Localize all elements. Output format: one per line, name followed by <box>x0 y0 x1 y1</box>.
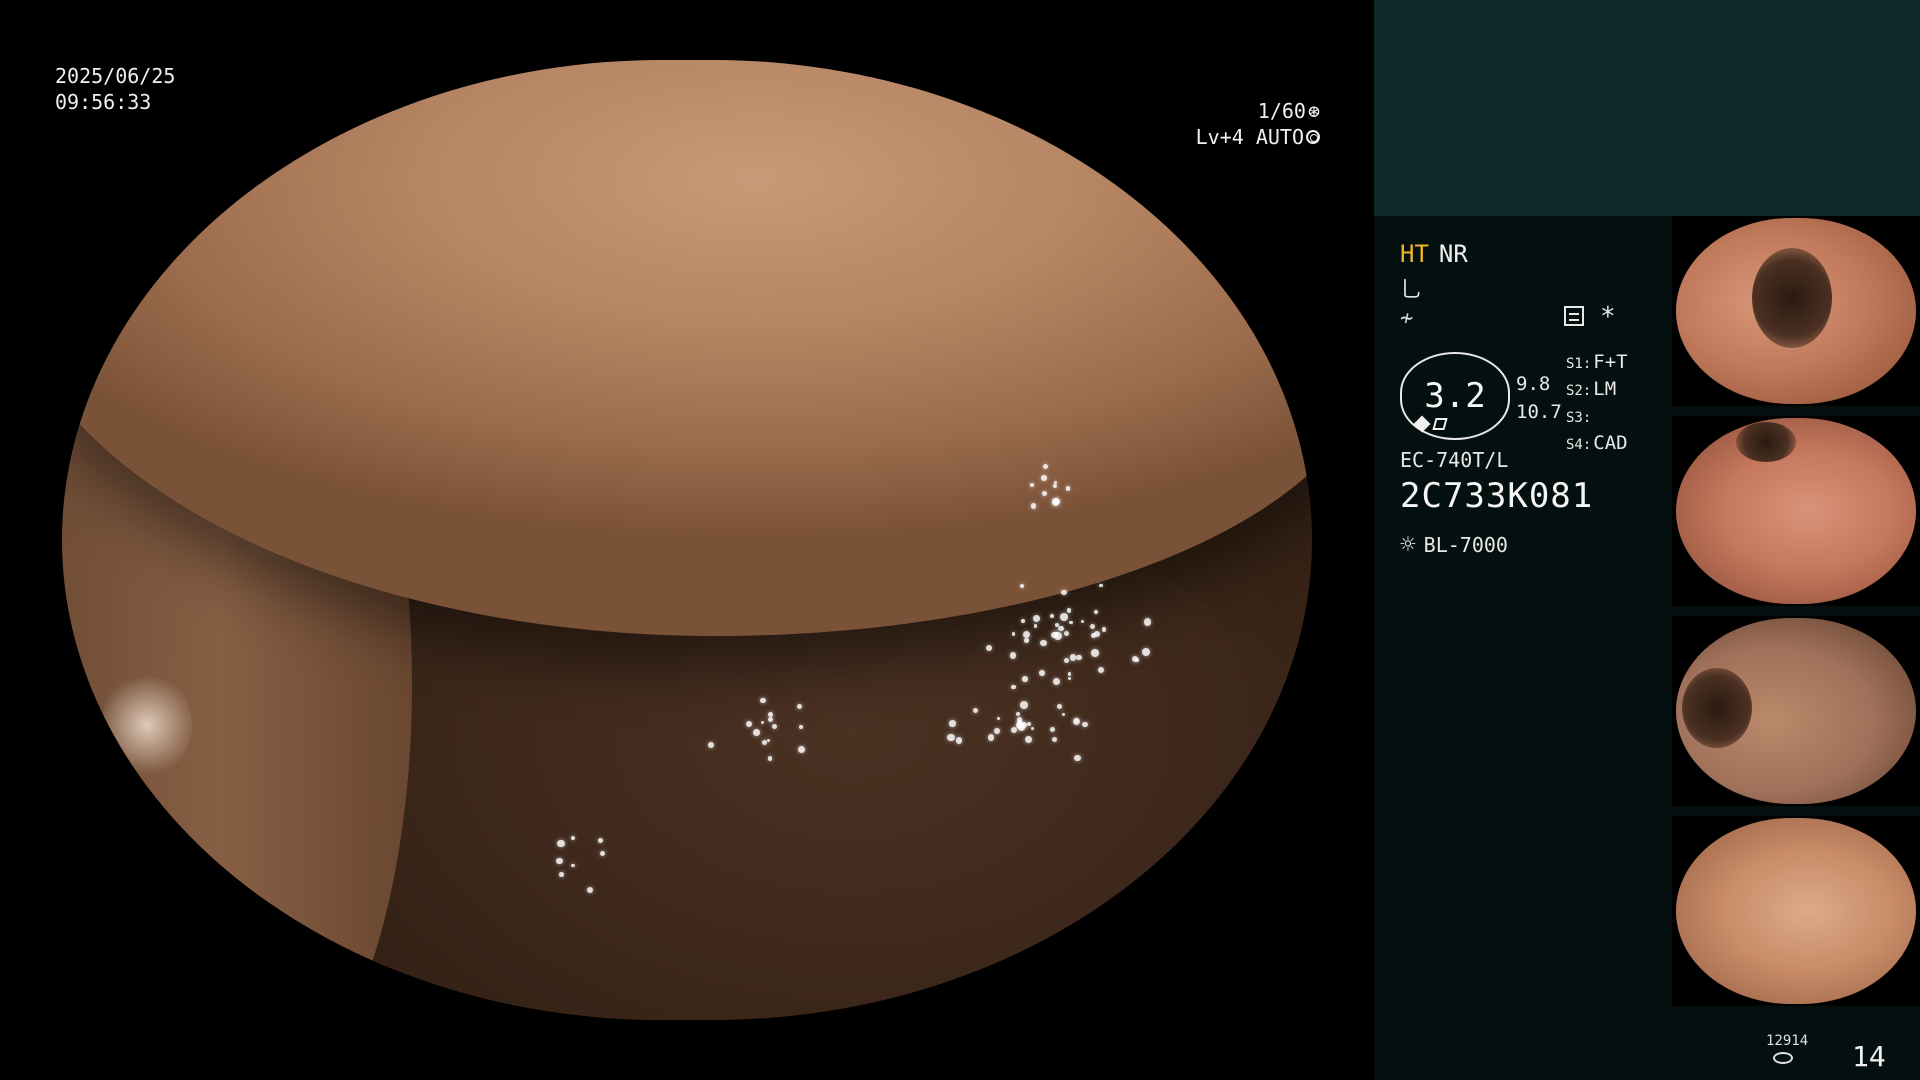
bubble-dot <box>1033 623 1038 628</box>
bubble-dot <box>767 716 773 722</box>
bubble-dot <box>1074 717 1079 722</box>
datetime-readout: 2025/06/25 09:56:33 <box>55 63 175 115</box>
bubble-dot <box>1042 491 1047 497</box>
bubble-dot <box>1051 736 1057 742</box>
specular-glare <box>102 670 192 780</box>
bubble-dot <box>1052 483 1057 488</box>
bubble-dot <box>1017 716 1023 722</box>
bubble-dot <box>1038 670 1045 676</box>
aperture-icon: ⊛ <box>1307 99 1320 123</box>
iris-ring-icon <box>1306 130 1320 144</box>
iris-text: Lv+4 AUTO <box>1195 125 1304 149</box>
enhance-level-value: 3.2 <box>1424 376 1486 416</box>
panel-header-area <box>1374 0 1920 216</box>
bubble-dot <box>1051 498 1060 506</box>
scope-model: EC-740T/L <box>1400 448 1509 472</box>
bubble-dot <box>1066 608 1072 613</box>
bubble-dot <box>949 720 956 727</box>
bubble-dot <box>1022 630 1030 638</box>
bubble-dot <box>1030 726 1034 730</box>
bubble-dot <box>1009 652 1017 659</box>
bubble-dot <box>1020 701 1028 709</box>
scope-serial: 2C733K081 <box>1400 476 1594 516</box>
capture-thumbnail[interactable] <box>1672 616 1920 806</box>
switch-item: S4: CAD <box>1566 432 1628 454</box>
endoscopy-screen: 2025/06/25 09:56:33 1/60 ⊛ Lv+4 AUTO HT … <box>0 0 1920 1080</box>
mode-block: HT NR ⺃ ≁ <box>1400 240 1468 336</box>
frame-number: 14 <box>1852 1040 1886 1073</box>
side-value-top: 9.8 <box>1516 373 1551 395</box>
info-panel: HT NR ⺃ ≁ * 3.2 9.8 10.7 S1: F+T S2: LM S3… <box>1374 0 1920 1080</box>
bubble-dot <box>797 745 805 753</box>
bubble-dot <box>766 738 770 742</box>
bubble-dot <box>1080 619 1085 623</box>
settings-panel-icon <box>1564 306 1584 326</box>
bubble-dot <box>987 734 995 741</box>
bubble-dot <box>993 727 1000 734</box>
bubble-dot <box>1016 711 1021 716</box>
bubble-dot <box>1143 618 1152 626</box>
bubble-dot <box>1011 684 1016 690</box>
bubble-dot <box>1011 632 1016 636</box>
bubble-dot <box>1024 638 1029 643</box>
bubble-dot <box>767 756 773 761</box>
endoscope-main-view <box>62 60 1312 1020</box>
asterisk-mark: * <box>1600 302 1616 332</box>
exposure-readout: 1/60 ⊛ Lv+4 AUTO <box>1196 98 1320 150</box>
enhance-side-values: 9.8 10.7 <box>1516 370 1562 426</box>
bubble-dot <box>1101 627 1107 632</box>
structure-enhance-icon: ⺃ <box>1400 278 1423 303</box>
bubble-dot <box>1057 703 1063 709</box>
side-value-bottom: 10.7 <box>1516 401 1562 423</box>
light-source-label: BL-7000 <box>1423 533 1508 557</box>
time-text: 09:56:33 <box>55 90 152 114</box>
bubble-dot <box>1010 726 1017 733</box>
bubble-dot <box>1065 485 1071 491</box>
bubble-dot <box>1076 654 1082 661</box>
bubble-dot <box>599 850 605 856</box>
image-count: 12914 <box>1766 1033 1809 1049</box>
bubble-dot <box>707 741 714 748</box>
bubble-dot <box>559 872 564 877</box>
bubble-dot <box>1091 649 1099 658</box>
bubble-dot <box>745 720 753 727</box>
storage-disk-icon <box>1773 1052 1793 1064</box>
color-enhance-icon: ≁ <box>1400 306 1414 331</box>
bubble-dot <box>1061 712 1065 716</box>
enhance-marks-icon <box>1413 415 1448 433</box>
bubble-dot <box>556 857 563 865</box>
shutter-text: 1/60 <box>1257 99 1306 123</box>
bubble-dot <box>1041 475 1047 481</box>
mode-ht-label: HT <box>1400 240 1429 268</box>
bubble-dot <box>955 737 963 744</box>
bubble-dot <box>1021 618 1026 623</box>
light-source-icon: ☼ <box>1400 530 1416 560</box>
bubble-dot <box>797 703 803 709</box>
enhance-level-box: 3.2 <box>1400 352 1510 440</box>
bubble-dot <box>1069 654 1077 661</box>
bubble-dot <box>1022 676 1028 682</box>
capture-thumbnail[interactable] <box>1672 216 1920 406</box>
mode-nr-label: NR <box>1438 240 1468 268</box>
bubble-dot <box>1074 754 1081 761</box>
bubble-dot <box>1098 583 1103 588</box>
capture-thumbnail[interactable] <box>1672 416 1920 606</box>
switch-item: S2: LM <box>1566 378 1617 400</box>
bubble-dot <box>1026 721 1031 726</box>
switch-assignment-list: S1: F+T S2: LM S3: S4: CAD <box>1566 350 1628 458</box>
light-source: ☼ BL-7000 <box>1400 530 1508 560</box>
bubble-dot <box>947 733 955 742</box>
capture-thumbnail[interactable] <box>1672 816 1920 1006</box>
switch-item: S3: <box>1566 410 1592 426</box>
switch-item: S1: F+T <box>1566 351 1628 373</box>
bubble-dot <box>1069 620 1073 624</box>
date-text: 2025/06/25 <box>55 64 176 88</box>
bubble-dot <box>972 707 978 713</box>
bubble-dot <box>1060 613 1068 622</box>
bubble-dot <box>752 729 760 737</box>
bubble-dot <box>1030 483 1034 487</box>
bubble-dot <box>1033 614 1040 622</box>
